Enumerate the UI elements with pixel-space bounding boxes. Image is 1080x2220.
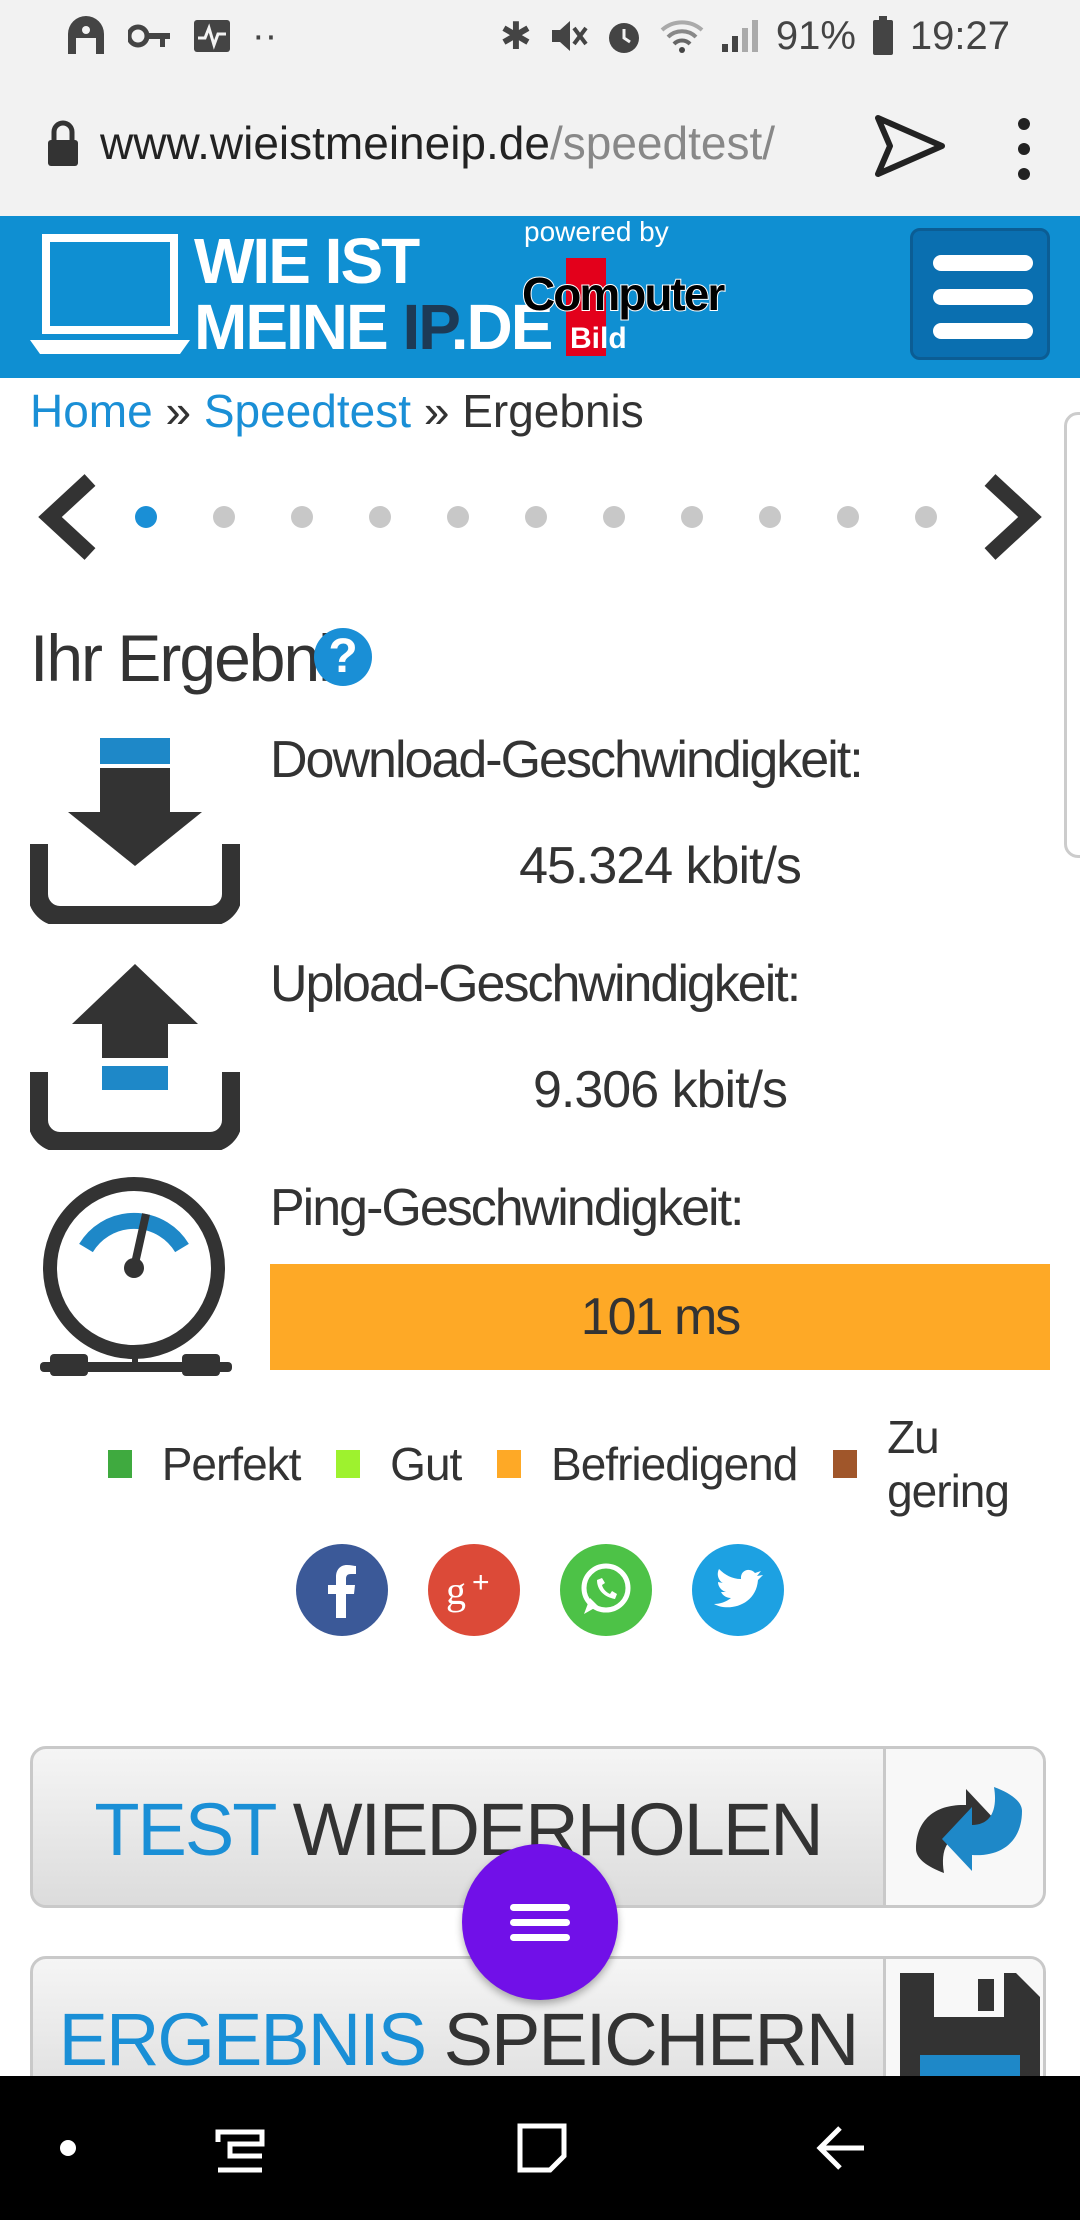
upload-icon	[30, 964, 240, 1150]
ping-value: 101 ms	[270, 1264, 1050, 1370]
carousel-dot[interactable]	[291, 506, 313, 528]
mute-icon	[551, 21, 588, 51]
svg-text:g: g	[446, 1568, 466, 1613]
carousel-dot[interactable]	[681, 506, 703, 528]
logo-line2: MEINE IP.DE	[194, 291, 553, 363]
powered-by-text: powered by	[524, 216, 669, 247]
partner-sub: Bild	[570, 322, 627, 355]
status-bar: ·· ✱ 91% 19:27	[0, 0, 1080, 72]
breadcrumb-speedtest[interactable]: Speedtest	[204, 385, 411, 437]
carousel-dot[interactable]	[759, 506, 781, 528]
download-icon	[30, 738, 240, 924]
battery-icon	[872, 16, 893, 55]
activity-icon	[194, 20, 230, 52]
more-vert-icon[interactable]	[1004, 114, 1044, 184]
facebook-share-button[interactable]	[296, 1544, 388, 1636]
url-domain: www.wieistmeineip.de	[100, 117, 550, 169]
legend-swatch	[497, 1450, 522, 1478]
breadcrumb: Home » Speedtest » Ergebnis	[30, 384, 644, 438]
url-field[interactable]: www.wieistmeineip.de/speedtest/	[100, 116, 830, 170]
refresh-icon	[883, 1749, 1043, 1905]
legend-swatch	[336, 1450, 361, 1478]
carousel-dot[interactable]	[369, 506, 391, 528]
android-notification-icon	[68, 16, 104, 54]
logo-line1: WIE IST	[194, 225, 420, 297]
system-nav-bar	[0, 2076, 1080, 2220]
carousel-dot[interactable]	[603, 506, 625, 528]
computer-bild-logo[interactable]: Computer Bild	[520, 258, 750, 363]
upload-value: 9.306 kbit/s	[533, 1061, 788, 1119]
legend-swatch	[833, 1450, 858, 1478]
alarm-icon	[608, 23, 639, 53]
clock: 19:27	[909, 13, 1010, 58]
lock-icon[interactable]	[46, 118, 80, 168]
download-value: 45.324 kbit/s	[519, 837, 802, 895]
result-heading: Ihr Ergebnis	[30, 621, 364, 695]
back-icon[interactable]	[814, 2120, 870, 2176]
nav-dot-icon[interactable]	[60, 2140, 76, 2156]
download-label: Download-Geschwindigkeit:	[270, 731, 864, 789]
battery-percent: 91%	[775, 13, 856, 58]
home-icon[interactable]	[514, 2120, 570, 2176]
site-menu-button[interactable]	[910, 228, 1050, 360]
carousel-dot[interactable]	[525, 506, 547, 528]
retest-label: TEST WIEDERHOLEN	[94, 1788, 823, 1871]
breadcrumb-current: Ergebnis	[462, 385, 644, 437]
svg-text:+: +	[472, 1566, 490, 1599]
browser-toolbar: www.wieistmeineip.de/speedtest/	[0, 72, 1080, 216]
carousel-dot[interactable]	[915, 506, 937, 528]
legend-label: Gut	[390, 1438, 462, 1490]
chevron-right-icon[interactable]	[978, 472, 1046, 562]
wifi-icon	[660, 20, 704, 53]
recent-apps-icon[interactable]	[212, 2124, 268, 2174]
legend-label: Zu gering	[887, 1411, 1010, 1517]
carousel-dot[interactable]	[447, 506, 469, 528]
site-logo[interactable]: WIE IST MEINE IP.DE	[194, 225, 553, 363]
floating-menu-button[interactable]	[462, 1844, 618, 2000]
breadcrumb-home[interactable]: Home	[30, 385, 153, 437]
breadcrumb-separator: »	[152, 385, 204, 437]
upload-label: Upload-Geschwindigkeit:	[270, 955, 801, 1013]
whatsapp-share-button[interactable]	[560, 1544, 652, 1636]
site-header: WIE IST MEINE IP.DE powered by Computer …	[0, 216, 1080, 378]
signal-icon	[721, 20, 758, 52]
google-plus-share-button[interactable]: g +	[428, 1544, 520, 1636]
bluetooth-icon: ✱	[499, 15, 532, 58]
laptop-logo-icon[interactable]	[30, 230, 190, 360]
legend-label: Befriedigend	[551, 1438, 798, 1490]
url-path: /speedtest/	[549, 117, 776, 169]
legend-label: Perfekt	[161, 1438, 302, 1490]
send-icon[interactable]	[870, 106, 950, 186]
twitter-share-button[interactable]	[692, 1544, 784, 1636]
more-notifications: ··	[252, 14, 278, 57]
help-icon[interactable]: ?	[314, 628, 372, 686]
ping-label: Ping-Geschwindigkeit:	[270, 1179, 744, 1237]
scrollbar[interactable]	[1064, 412, 1080, 858]
carousel-dot[interactable]	[135, 506, 157, 528]
legend: Perfekt Gut Befriedigend Zu gering	[108, 1410, 1080, 1518]
key-icon	[128, 24, 170, 48]
legend-swatch	[108, 1450, 132, 1478]
speedometer-icon	[40, 1177, 232, 1376]
carousel-dot[interactable]	[213, 506, 235, 528]
breadcrumb-separator: »	[411, 385, 463, 437]
chevron-left-icon[interactable]	[34, 472, 102, 562]
carousel	[0, 460, 1080, 570]
partner-name: Computer	[522, 268, 725, 320]
carousel-dot[interactable]	[837, 506, 859, 528]
